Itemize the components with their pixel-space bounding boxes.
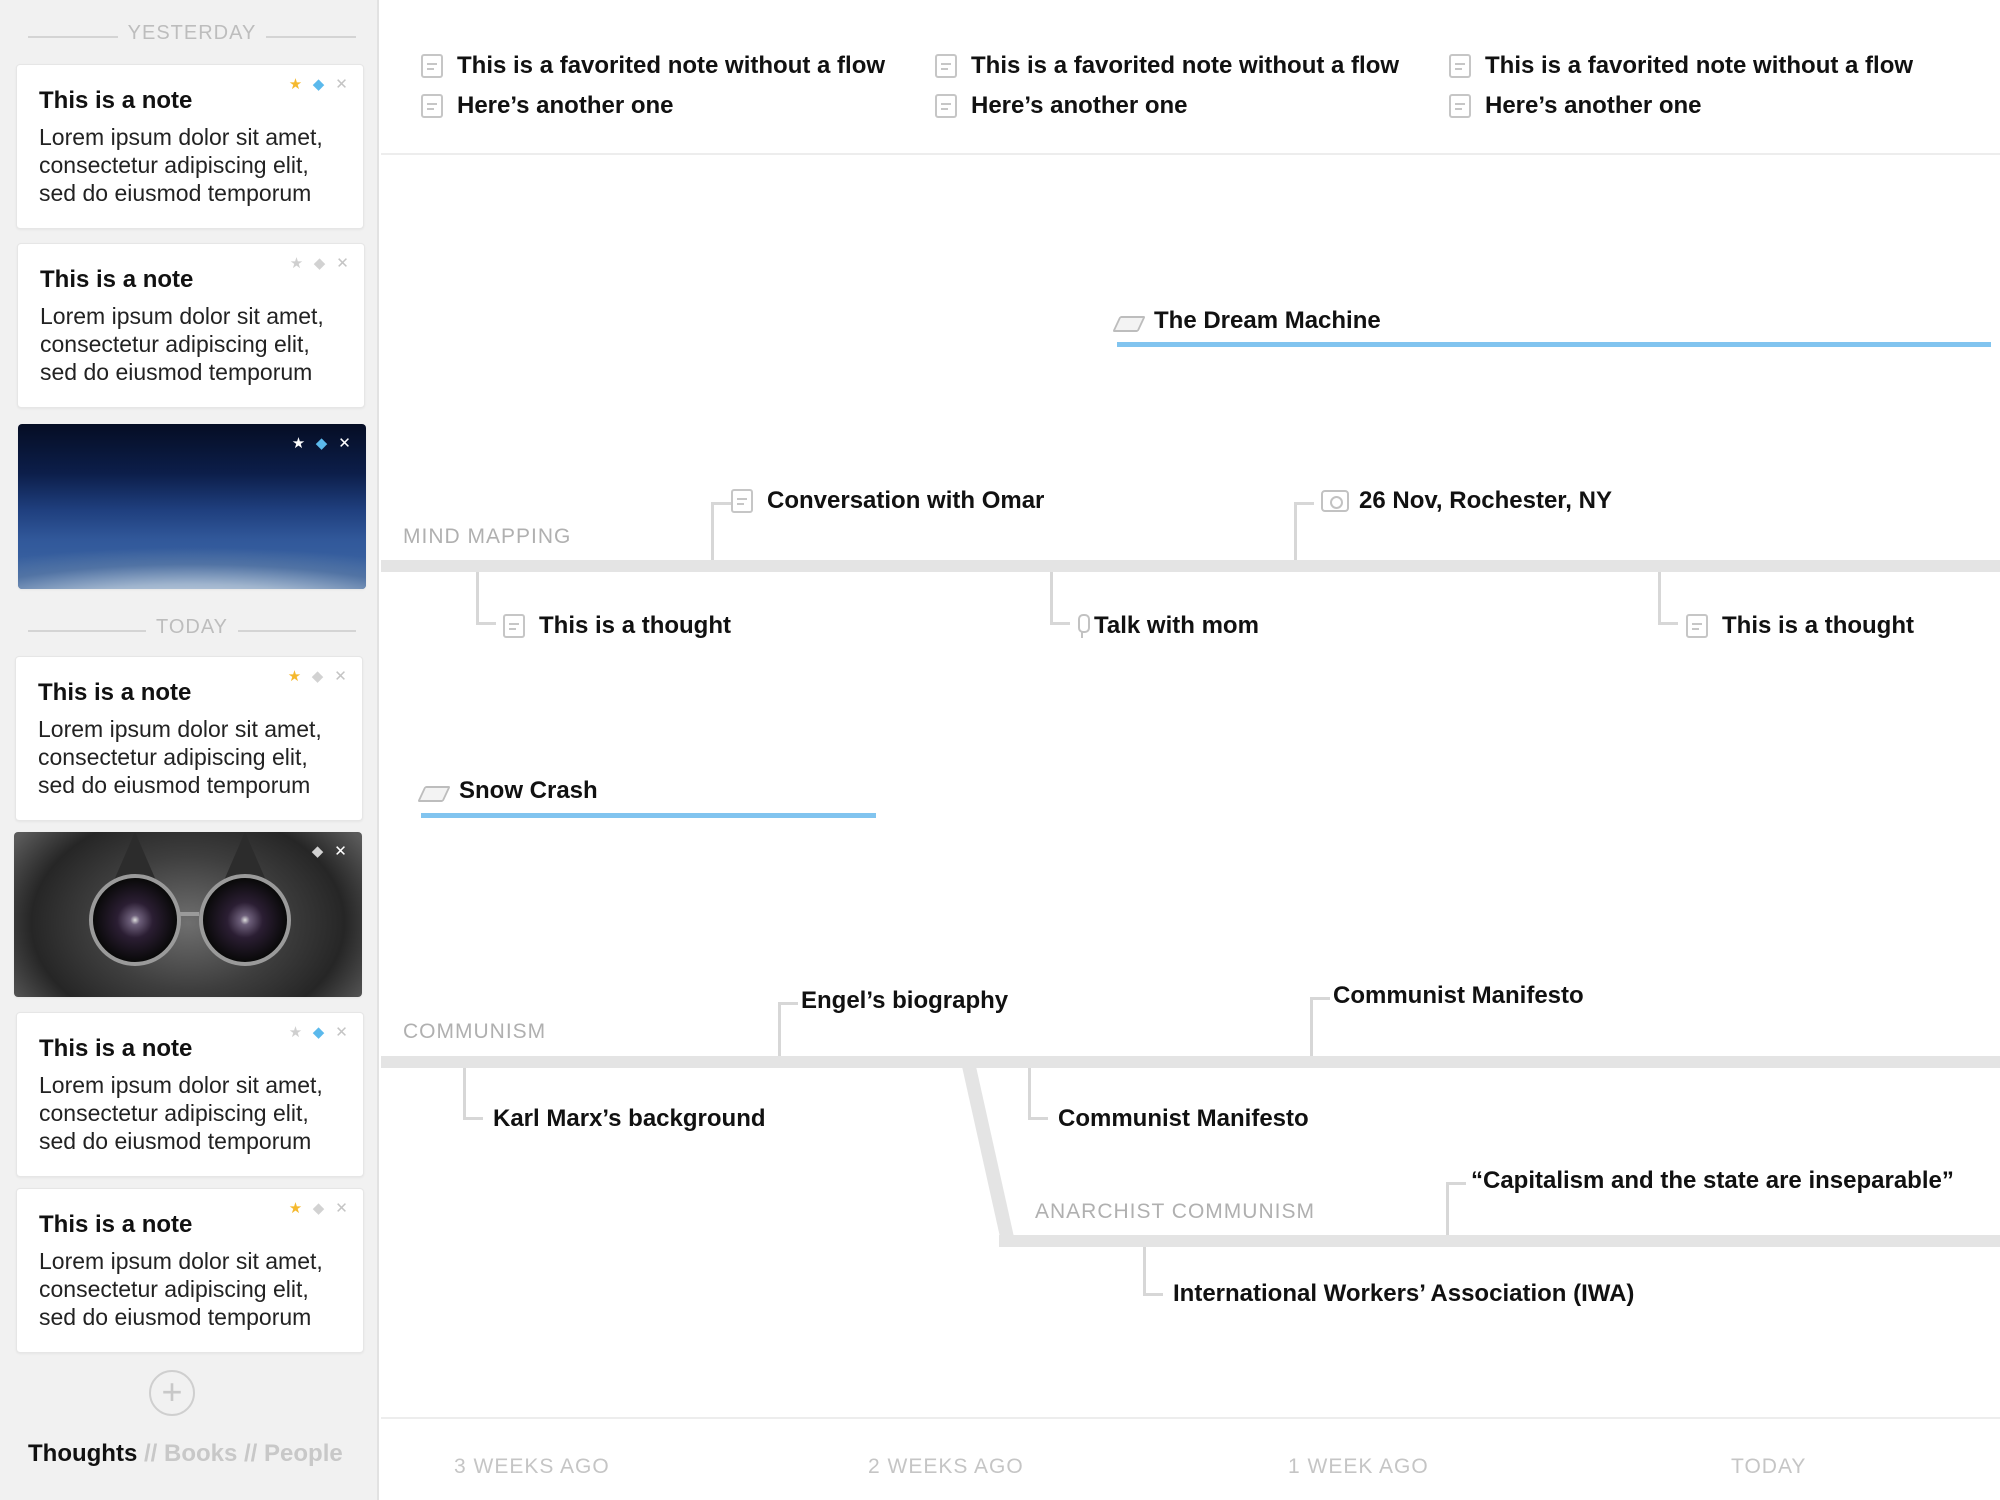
note-icon [421, 54, 443, 78]
note-body: Lorem ipsum dolor sit amet, consectetur … [39, 124, 323, 206]
note-card[interactable]: ★ ◆ ✕ This is a note Lorem ipsum dolor s… [17, 243, 365, 408]
star-icon[interactable]: ★ [291, 436, 306, 452]
quote-capitalism-state[interactable]: “Capitalism and the state are inseparabl… [1471, 1167, 1954, 1195]
thought-label: International Workers’ Association (IWA) [1173, 1280, 1635, 1307]
tab-books[interactable]: // Books [144, 1440, 237, 1467]
favorite-note-label: This is a favorited note without a flow [1485, 52, 1914, 79]
favorite-note-label: This is a favorited note without a flow [457, 52, 886, 79]
favorite-note-label: This is a favorited note without a flow [971, 52, 1400, 79]
image-card-cat[interactable]: ◆ ✕ [14, 832, 362, 997]
tag-icon[interactable]: ◆ [311, 77, 326, 93]
tag-icon[interactable]: ◆ [312, 256, 327, 272]
favorites-column: This is a favorited note without a flow … [1449, 46, 1913, 126]
note-card[interactable]: ★ ◆ ✕ This is a note Lorem ipsum dolor s… [15, 656, 363, 821]
close-icon[interactable]: ✕ [334, 77, 349, 93]
note-icon [1449, 54, 1471, 78]
day-label-today: TODAY [145, 616, 239, 638]
note-icon [935, 54, 957, 78]
tab-thoughts[interactable]: Thoughts [28, 1440, 137, 1467]
note-body: Lorem ipsum dolor sit amet, consectetur … [38, 716, 322, 798]
add-note-button[interactable]: + [149, 1370, 195, 1416]
note-card[interactable]: ★ ◆ ✕ This is a note Lorem ipsum dolor s… [16, 64, 364, 229]
favorite-note[interactable]: Here’s another one [1449, 86, 1913, 126]
favorites-column: This is a favorited note without a flow … [935, 46, 1399, 126]
note-card[interactable]: ★ ◆ ✕ This is a note Lorem ipsum dolor s… [16, 1012, 364, 1177]
star-icon[interactable]: ★ [288, 1201, 303, 1217]
time-axis: 3 WEEKS AGO 2 WEEKS AGO 1 WEEK AGO TODAY [381, 1417, 2000, 1500]
favorite-note[interactable]: Here’s another one [421, 86, 885, 126]
note-icon [935, 94, 957, 118]
close-icon[interactable]: ✕ [334, 1025, 349, 1041]
note-body: Lorem ipsum dolor sit amet, consectetur … [40, 303, 324, 385]
section-tabs: Thoughts // Books // People [28, 1440, 343, 1468]
quote-label: “Capitalism and the state are inseparabl… [1471, 1167, 1954, 1194]
tag-icon[interactable]: ◆ [314, 436, 329, 452]
day-separator-today: TODAY [28, 616, 356, 646]
favorite-note-label: Here’s another one [457, 92, 674, 119]
note-icon [1449, 94, 1471, 118]
favorite-note-label: Here’s another one [1485, 92, 1702, 119]
star-icon[interactable]: ★ [287, 669, 302, 685]
favorites-bar: This is a favorited note without a flow … [381, 0, 2000, 155]
axis-label-1-week-ago: 1 WEEK AGO [1288, 1455, 1429, 1478]
favorite-note[interactable]: This is a favorited note without a flow [421, 46, 885, 86]
favorite-note[interactable]: This is a favorited note without a flow [935, 46, 1399, 86]
tag-icon[interactable]: ◆ [311, 1201, 326, 1217]
axis-label-today: TODAY [1731, 1455, 1807, 1478]
note-card[interactable]: ★ ◆ ✕ This is a note Lorem ipsum dolor s… [16, 1188, 364, 1353]
flow-branch-connector [961, 1062, 1014, 1237]
note-body: Lorem ipsum dolor sit amet, consectetur … [39, 1248, 323, 1330]
note-body: Lorem ipsum dolor sit amet, consectetur … [39, 1072, 323, 1154]
image-card-earth[interactable]: ★ ◆ ✕ [18, 424, 366, 589]
favorite-note-label: Here’s another one [971, 92, 1188, 119]
close-icon[interactable]: ✕ [333, 669, 348, 685]
tag-icon[interactable]: ◆ [310, 669, 325, 685]
axis-label-3-weeks-ago: 3 WEEKS AGO [454, 1455, 610, 1478]
thought-iwa[interactable]: International Workers’ Association (IWA) [1173, 1280, 1634, 1308]
close-icon[interactable]: ✕ [337, 436, 352, 452]
favorite-note[interactable]: This is a favorited note without a flow [1449, 46, 1913, 86]
flow-name-anarchist-communism: ANARCHIST COMMUNISM [1035, 1200, 1315, 1223]
timeline-canvas: The Dream Machine MIND MAPPING Conversat… [381, 157, 2000, 1417]
day-separator-yesterday: YESTERDAY [28, 22, 356, 52]
close-icon[interactable]: ✕ [334, 1201, 349, 1217]
favorites-column: This is a favorited note without a flow … [421, 46, 885, 126]
close-icon[interactable]: ✕ [335, 256, 350, 272]
sidebar: YESTERDAY ★ ◆ ✕ This is a note Lorem ips… [0, 0, 379, 1500]
star-icon[interactable]: ★ [288, 1025, 303, 1041]
tag-icon[interactable]: ◆ [310, 844, 325, 860]
axis-label-2-weeks-ago: 2 WEEKS AGO [868, 1455, 1024, 1478]
day-label-yesterday: YESTERDAY [117, 22, 267, 44]
note-icon [421, 94, 443, 118]
star-icon[interactable]: ★ [288, 77, 303, 93]
tab-people[interactable]: // People [244, 1440, 343, 1467]
star-icon[interactable]: ★ [289, 256, 304, 272]
flow-line-anarchist-communism[interactable] [999, 1235, 2000, 1247]
close-icon[interactable]: ✕ [333, 844, 348, 860]
tag-icon[interactable]: ◆ [311, 1025, 326, 1041]
favorite-note[interactable]: Here’s another one [935, 86, 1399, 126]
